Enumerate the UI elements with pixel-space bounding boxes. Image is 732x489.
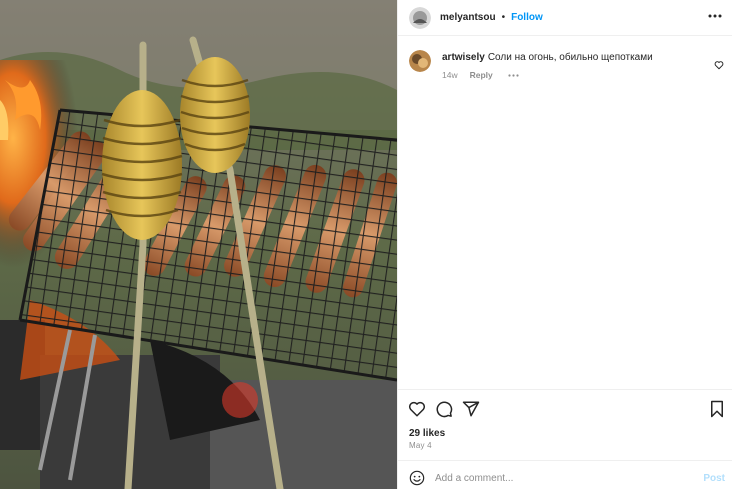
comment-age[interactable]: 14w — [442, 70, 458, 80]
like-button[interactable] — [408, 400, 426, 418]
avatar-image — [409, 6, 431, 29]
likes-count[interactable]: 29 likes — [409, 428, 445, 439]
avatar-image — [409, 50, 431, 72]
action-bar — [398, 389, 732, 429]
more-horizontal-icon — [508, 73, 519, 77]
commenter-avatar[interactable] — [409, 50, 431, 72]
bookmark-icon — [711, 400, 723, 418]
more-horizontal-icon — [708, 14, 722, 18]
comment-options-button[interactable] — [508, 73, 519, 77]
emoji-icon — [409, 470, 425, 486]
header-separator: • — [501, 12, 506, 23]
heart-icon — [714, 61, 724, 70]
share-button[interactable] — [462, 400, 480, 418]
commenter-username[interactable]: artwisely — [442, 52, 485, 63]
send-icon — [462, 401, 480, 417]
comment-body: artwisely Соли на огонь, обильно щепоткам… — [442, 51, 717, 80]
comment-input[interactable] — [435, 469, 685, 487]
save-button[interactable] — [708, 400, 726, 418]
post-image[interactable] — [0, 0, 397, 489]
post-comment-button[interactable]: Post — [703, 473, 725, 484]
post-header: melyantsou • Follow — [398, 0, 732, 36]
reply-button[interactable]: Reply — [470, 70, 493, 80]
comment-meta: 14w Reply — [442, 70, 717, 80]
comment-like-button[interactable] — [714, 57, 724, 70]
emoji-button[interactable] — [409, 470, 425, 486]
add-comment-bar: Post — [398, 460, 732, 489]
post-photo — [0, 0, 397, 489]
heart-icon — [408, 401, 426, 417]
author-avatar[interactable] — [409, 6, 431, 29]
more-options-button[interactable] — [707, 8, 723, 24]
comment-text: Соли на огонь, обильно щепотками — [487, 52, 653, 63]
comment-button[interactable] — [435, 400, 453, 418]
comment-text-line: artwisely Соли на огонь, обильно щепоткам… — [442, 51, 717, 64]
post-date[interactable]: May 4 — [409, 441, 432, 450]
post-sidebar: melyantsou • Follow artwisely Соли на ого… — [397, 0, 732, 489]
author-username[interactable]: melyantsou — [440, 12, 496, 23]
comment-icon — [436, 401, 453, 418]
follow-button[interactable]: Follow — [511, 12, 543, 23]
